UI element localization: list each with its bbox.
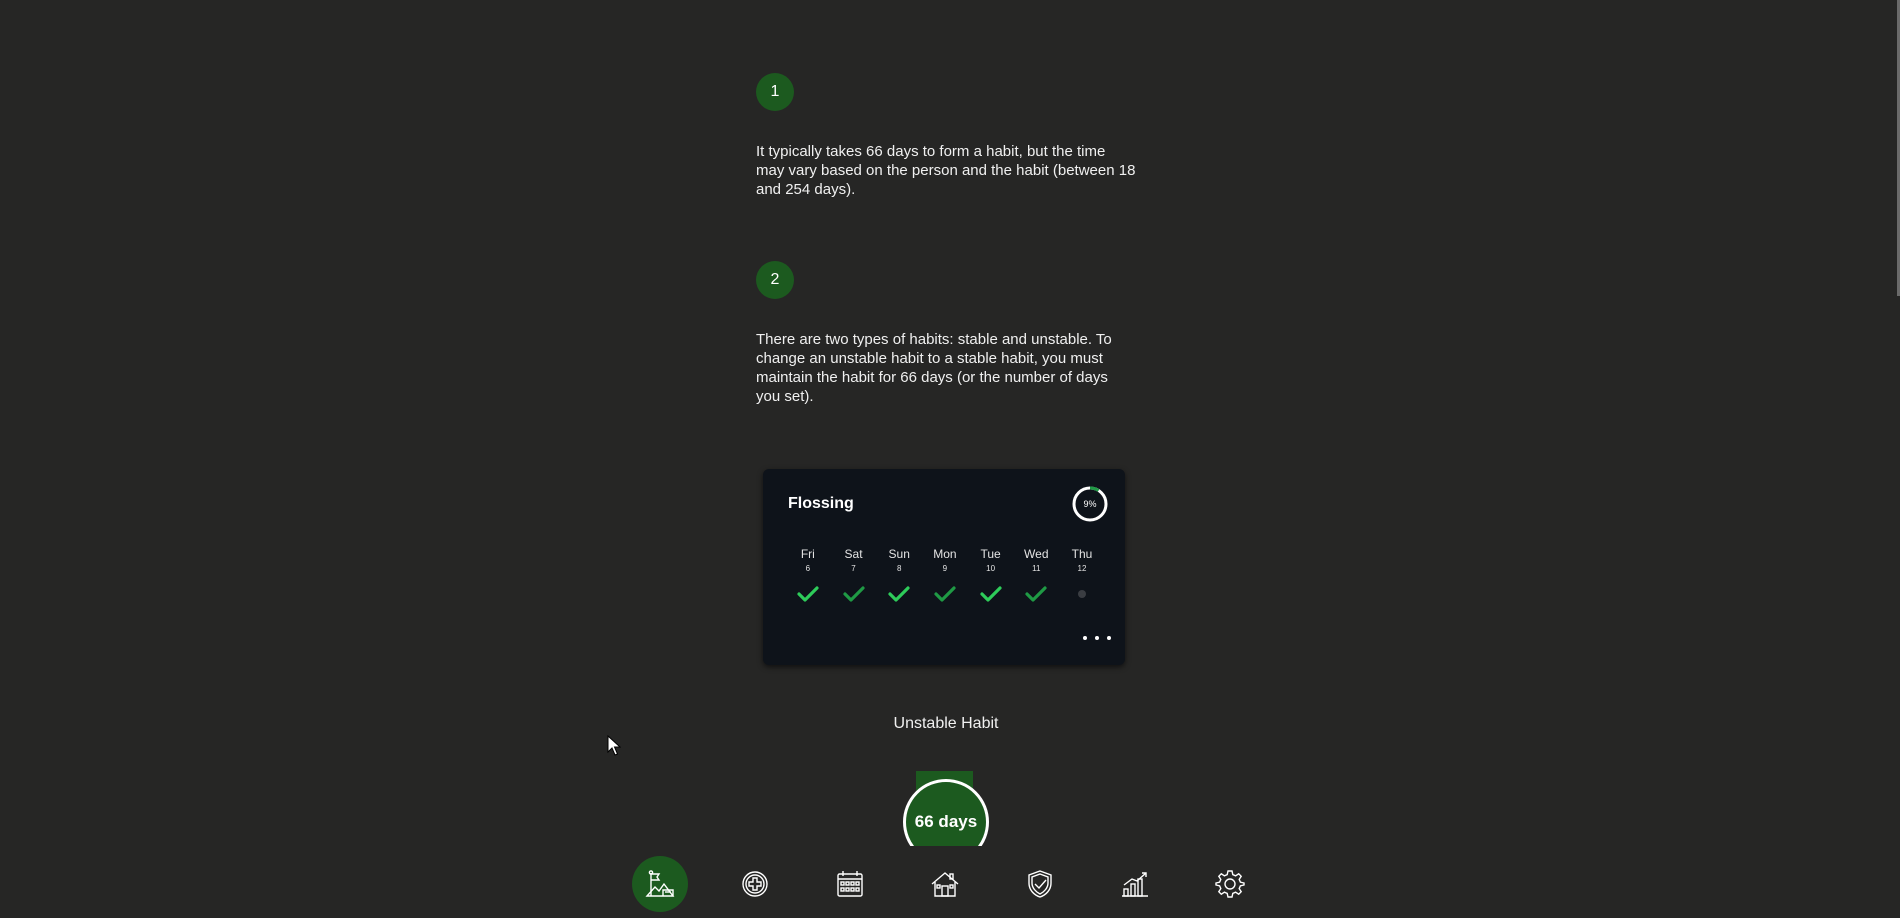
nav-goal-button[interactable] [632, 856, 688, 912]
nav-add-button[interactable] [727, 856, 783, 912]
gear-icon [1215, 870, 1245, 898]
bottom-navigation [0, 846, 1900, 918]
bar-chart-icon [1122, 872, 1148, 897]
calendar-icon [837, 871, 863, 897]
mouse-cursor-icon [607, 735, 621, 756]
plus-circle-icon [742, 871, 768, 897]
nav-calendar-button[interactable] [822, 856, 878, 912]
mountain-flag-icon [645, 870, 675, 897]
shield-check-icon [1028, 870, 1052, 898]
nav-shield-button[interactable] [1012, 856, 1068, 912]
house-icon [931, 872, 959, 897]
page: 1 It typically takes 66 days to form a h… [0, 0, 1900, 918]
nav-home-button[interactable] [917, 856, 973, 912]
days-badge-area: 66 days [0, 0, 1900, 846]
nav-settings-button[interactable] [1202, 856, 1258, 912]
nav-stats-button[interactable] [1107, 856, 1163, 912]
